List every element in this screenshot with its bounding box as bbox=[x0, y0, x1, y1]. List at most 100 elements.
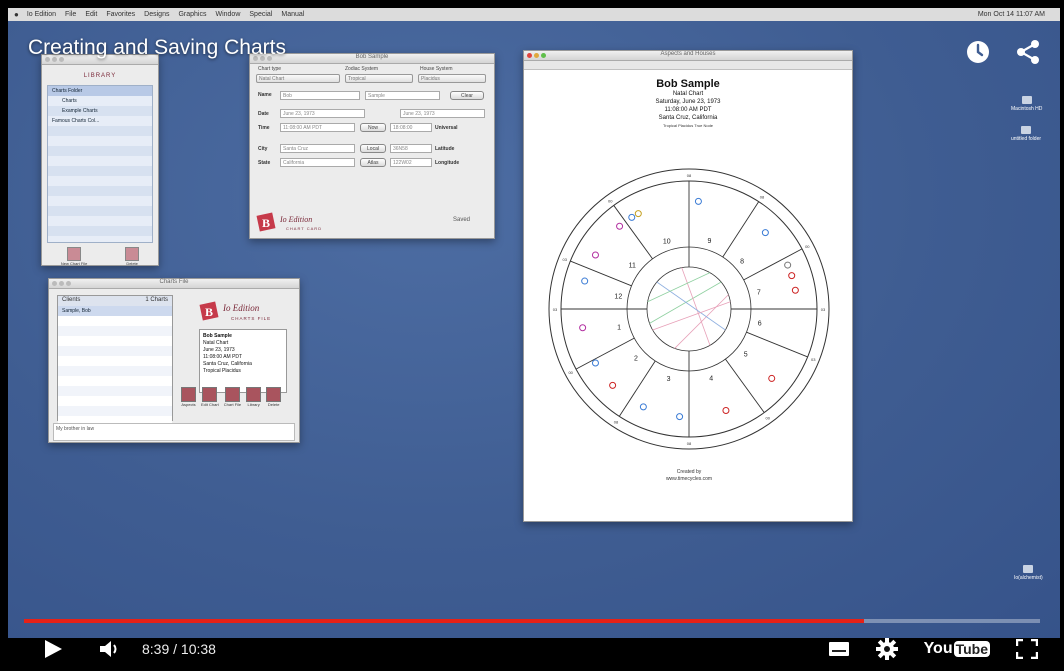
first-name-input[interactable]: Bob bbox=[280, 91, 360, 100]
zodiac-select[interactable]: Tropical bbox=[345, 74, 413, 83]
local-button[interactable]: Local bbox=[360, 144, 386, 153]
subtitles-button[interactable] bbox=[828, 641, 850, 657]
file-icon bbox=[1023, 565, 1034, 573]
fullscreen-icon bbox=[1016, 639, 1038, 659]
delete-button[interactable]: Delete bbox=[125, 247, 140, 266]
menu-item: Io Edition bbox=[26, 11, 57, 18]
longitude-input[interactable]: 122W02 bbox=[390, 158, 432, 167]
play-button[interactable] bbox=[42, 638, 64, 660]
library-footer: New Chart File Delete bbox=[42, 243, 158, 266]
button-label: Edit Chart bbox=[201, 402, 219, 407]
list-empty-rows bbox=[58, 316, 172, 430]
tree-item[interactable]: Charts Folder bbox=[48, 86, 152, 96]
logo-text: Io Edition bbox=[222, 303, 260, 313]
house-cusp-line bbox=[746, 331, 808, 358]
library-button[interactable]: Library bbox=[246, 387, 262, 407]
video-frame[interactable]: ● Io Edition File Edit Favorites Designs… bbox=[8, 8, 1060, 638]
planet-glyph bbox=[791, 286, 799, 294]
menu-item: Window bbox=[215, 11, 241, 18]
last-name-input[interactable]: Sample bbox=[365, 91, 440, 100]
cusp-degree-label: 03 bbox=[821, 307, 826, 312]
chart-time: 11:08:00 AM PDT bbox=[203, 354, 243, 360]
zodiac-label: Zodiac System bbox=[345, 66, 379, 72]
fullscreen-button[interactable] bbox=[1016, 639, 1038, 659]
chart-file-icon bbox=[224, 387, 240, 402]
progress-played bbox=[24, 619, 865, 623]
house-number: 12 bbox=[614, 293, 622, 300]
logo-subtitle: CHARTS FILE bbox=[231, 316, 271, 321]
name-label: Name bbox=[258, 92, 272, 98]
planet-glyph bbox=[722, 406, 730, 414]
aspects-button[interactable]: Aspects bbox=[181, 387, 196, 407]
house-number: 2 bbox=[634, 356, 638, 363]
logo-subtitle: CHART CARD bbox=[286, 226, 322, 231]
longitude-label: Longitude bbox=[435, 160, 460, 166]
volume-button[interactable] bbox=[98, 639, 122, 659]
desktop-icon-hd[interactable]: Macintosh HD bbox=[1011, 96, 1042, 112]
universal-label: Universal bbox=[435, 125, 458, 131]
player-controls: 8:39 / 10:38 You Tube bbox=[0, 627, 1064, 671]
chart-file-button[interactable]: Chart File bbox=[224, 387, 241, 407]
planet-glyph bbox=[761, 229, 769, 237]
universal-date-input[interactable]: June 23, 1973 bbox=[400, 109, 485, 118]
date-input[interactable]: June 23, 1973 bbox=[280, 109, 365, 118]
share-button[interactable] bbox=[1014, 38, 1042, 66]
new-chart-file-icon bbox=[67, 247, 82, 261]
tree-item[interactable]: Charts bbox=[48, 96, 152, 106]
folder-icon bbox=[1021, 126, 1032, 134]
house-cusp-line bbox=[575, 337, 635, 370]
menu-item: Edit bbox=[85, 11, 98, 18]
state-input[interactable]: California bbox=[280, 158, 355, 167]
video-title[interactable]: Creating and Saving Charts bbox=[28, 36, 286, 60]
menu-item: Special bbox=[249, 11, 273, 18]
edit-chart-button[interactable]: Edit Chart bbox=[201, 387, 219, 407]
delete-chart-button[interactable]: Delete bbox=[266, 387, 282, 407]
chart-file-window: Charts File Clients 1 Charts Sample, Bob… bbox=[48, 278, 300, 443]
chart-type-label: Chart type bbox=[258, 66, 282, 72]
latitude-input[interactable]: 36N58 bbox=[390, 144, 432, 153]
watch-later-button[interactable] bbox=[964, 38, 992, 66]
youtube-logo-button[interactable]: You Tube bbox=[924, 640, 990, 658]
play-icon bbox=[45, 640, 62, 658]
desktop-icon-alchemist[interactable]: Io(alchemist) bbox=[1014, 565, 1043, 581]
settings-button[interactable] bbox=[875, 638, 898, 660]
tree-item[interactable]: Famous Charts Col... bbox=[48, 116, 152, 126]
edit-chart-icon bbox=[202, 387, 218, 402]
button-label: Library bbox=[247, 402, 260, 407]
aspect-line bbox=[656, 281, 726, 331]
logo-text: Io Edition bbox=[279, 215, 312, 224]
progress-bar[interactable] bbox=[24, 619, 1040, 623]
video-player: ● Io Edition File Edit Favorites Designs… bbox=[0, 0, 1064, 671]
button-label: Delete bbox=[267, 402, 280, 407]
cusp-degree-label: 08 bbox=[687, 441, 692, 446]
chart-type-select[interactable]: Natal Chart bbox=[256, 74, 340, 83]
tree-item[interactable]: Example Charts bbox=[48, 106, 152, 116]
atlas-button[interactable]: Atlas bbox=[360, 158, 386, 167]
city-input[interactable]: Santa Cruz bbox=[280, 144, 355, 153]
time-input[interactable]: 11:08:00 AM PDT bbox=[280, 123, 355, 132]
cusp-degree-label: 00 bbox=[568, 370, 573, 375]
list-item[interactable]: Sample, Bob bbox=[58, 306, 172, 316]
universal-time-input[interactable]: 18:08:00 bbox=[390, 123, 432, 132]
apple-icon: ● bbox=[14, 10, 19, 19]
planet-glyph bbox=[784, 261, 792, 269]
house-select[interactable]: Placidus bbox=[418, 74, 486, 83]
clear-button[interactable]: Clear bbox=[450, 91, 484, 100]
edit-chart-window: Bob Sample Chart type Zodiac System Hous… bbox=[249, 53, 495, 239]
house-cusp-line bbox=[613, 205, 653, 260]
house-number: 5 bbox=[744, 351, 748, 358]
cusp-degree-label: 03 bbox=[563, 257, 568, 262]
comment-field[interactable]: My brother in law bbox=[53, 423, 295, 441]
planet-glyph bbox=[768, 374, 776, 382]
now-button[interactable]: Now bbox=[360, 123, 386, 132]
planet-glyph bbox=[628, 213, 636, 221]
house-label: House System bbox=[420, 66, 453, 72]
cusp-degree-label: 08 bbox=[614, 419, 619, 424]
io-edition-logo: B Io Edition CHART CARD bbox=[256, 210, 336, 241]
house-number: 10 bbox=[663, 239, 671, 246]
house-cusp-line bbox=[725, 358, 765, 413]
hard-drive-icon bbox=[1021, 96, 1032, 104]
cusp-degree-label: 00 bbox=[766, 415, 771, 420]
new-chart-file-button[interactable]: New Chart File bbox=[61, 247, 87, 266]
desktop-icon-folder[interactable]: untitled folder bbox=[1011, 126, 1041, 142]
